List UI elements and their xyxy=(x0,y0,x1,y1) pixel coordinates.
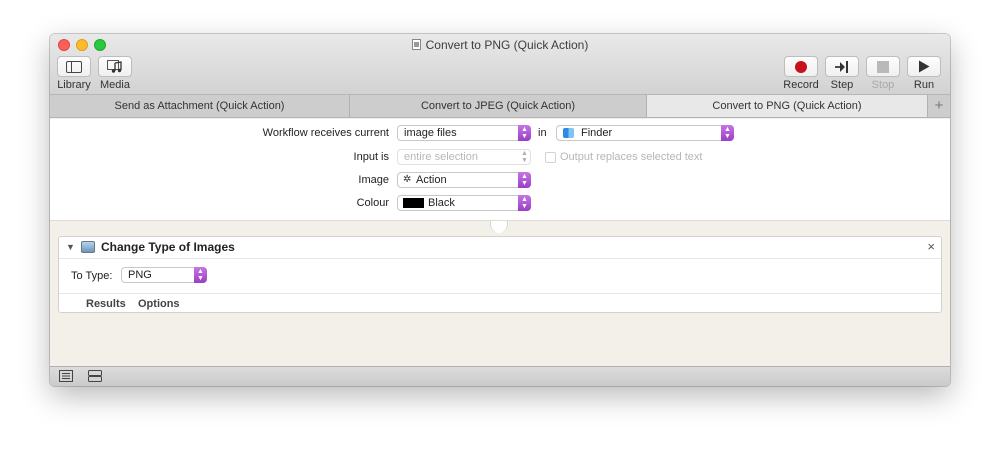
record-icon xyxy=(784,56,818,77)
media-label: Media xyxy=(100,79,130,91)
action-title: Change Type of Images xyxy=(101,240,235,254)
record-label: Record xyxy=(783,79,819,91)
colour-swatch xyxy=(403,198,424,208)
step-icon xyxy=(825,56,859,77)
tab-send-as-attachment[interactable]: Send as Attachment (Quick Action) xyxy=(50,95,350,117)
run-icon xyxy=(907,56,941,77)
receives-label: Workflow receives current xyxy=(262,127,389,139)
run-label: Run xyxy=(913,79,935,91)
popup-arrows-icon: ▲ ▼ xyxy=(518,172,531,188)
input-is-value: entire selection xyxy=(404,151,478,163)
popup-arrows-icon: ▲ ▼ xyxy=(194,267,207,283)
image-label: Image xyxy=(358,174,389,186)
tab-bar: Send as Attachment (Quick Action) Conver… xyxy=(50,95,950,118)
media-button[interactable]: Media xyxy=(98,56,132,91)
window-title: Convert to PNG (Quick Action) xyxy=(50,38,950,52)
action-tab-bar: Results Options xyxy=(59,293,941,313)
workflow-connector xyxy=(490,221,508,233)
application-popup[interactable]: Finder ▲ ▼ xyxy=(556,125,734,141)
results-button[interactable]: Results xyxy=(86,298,126,310)
input-is-label: Input is xyxy=(353,151,389,163)
record-button[interactable]: Record xyxy=(783,56,819,91)
in-label: in xyxy=(538,127,547,139)
options-button[interactable]: Options xyxy=(138,298,180,310)
step-label: Step xyxy=(830,79,854,91)
preview-action-icon xyxy=(81,241,95,253)
action-change-type-of-images: ▼ Change Type of Images × To Type: PNG ▲… xyxy=(58,236,942,313)
receives-value: image files xyxy=(404,127,457,139)
popup-arrows-icon: ▲ ▼ xyxy=(521,150,528,164)
library-icon xyxy=(57,56,91,77)
image-value: Action xyxy=(416,174,447,186)
action-header: ▼ Change Type of Images × xyxy=(59,237,941,259)
stop-label: Stop xyxy=(871,79,895,91)
output-replaces-checkbox[interactable] xyxy=(545,152,556,163)
popup-arrows-icon: ▲ ▼ xyxy=(518,125,531,141)
gear-icon: ✲ xyxy=(403,174,412,185)
automator-window: Convert to PNG (Quick Action) Library Me… xyxy=(50,34,950,386)
popup-arrows-icon: ▲ ▼ xyxy=(518,195,531,211)
to-type-popup[interactable]: PNG ▲ ▼ xyxy=(121,267,207,283)
list-view-icon[interactable] xyxy=(59,370,73,382)
application-value: Finder xyxy=(581,127,613,139)
title-bar: Convert to PNG (Quick Action) Library Me… xyxy=(50,34,950,95)
colour-label: Colour xyxy=(356,197,389,209)
finder-icon xyxy=(563,128,574,138)
step-button[interactable]: Step xyxy=(825,56,859,91)
stop-button[interactable]: Stop xyxy=(866,56,900,91)
output-replaces-label: Output replaces selected text xyxy=(560,151,703,163)
tab-convert-to-jpeg[interactable]: Convert to JPEG (Quick Action) xyxy=(350,95,647,117)
colour-value: Black xyxy=(428,197,455,209)
colour-popup[interactable]: Black ▲ ▼ xyxy=(397,195,531,211)
window-title-text: Convert to PNG (Quick Action) xyxy=(425,38,589,52)
image-popup[interactable]: ✲ Action ▲ ▼ xyxy=(397,172,531,188)
close-icon[interactable]: × xyxy=(927,239,935,254)
to-type-value: PNG xyxy=(128,269,152,281)
stop-icon xyxy=(866,56,900,77)
library-label: Library xyxy=(57,79,91,91)
workflow-view-icon[interactable] xyxy=(88,370,102,382)
media-icon xyxy=(98,56,132,77)
disclosure-triangle-icon[interactable]: ▼ xyxy=(66,242,75,252)
receives-popup[interactable]: image files ▲ ▼ xyxy=(397,125,531,141)
popup-arrows-icon: ▲ ▼ xyxy=(721,125,734,141)
tab-convert-to-png[interactable]: Convert to PNG (Quick Action) xyxy=(647,95,928,117)
library-button[interactable]: Library xyxy=(56,56,92,91)
document-icon xyxy=(411,39,421,50)
bottom-bar xyxy=(50,366,950,386)
add-tab-button[interactable]: + xyxy=(928,95,950,117)
run-button[interactable]: Run xyxy=(907,56,941,91)
to-type-label: To Type: xyxy=(71,270,113,282)
workflow-settings: Workflow receives current image files ▲ ▼… xyxy=(50,119,950,221)
input-is-popup[interactable]: entire selection ▲ ▼ xyxy=(397,149,531,165)
